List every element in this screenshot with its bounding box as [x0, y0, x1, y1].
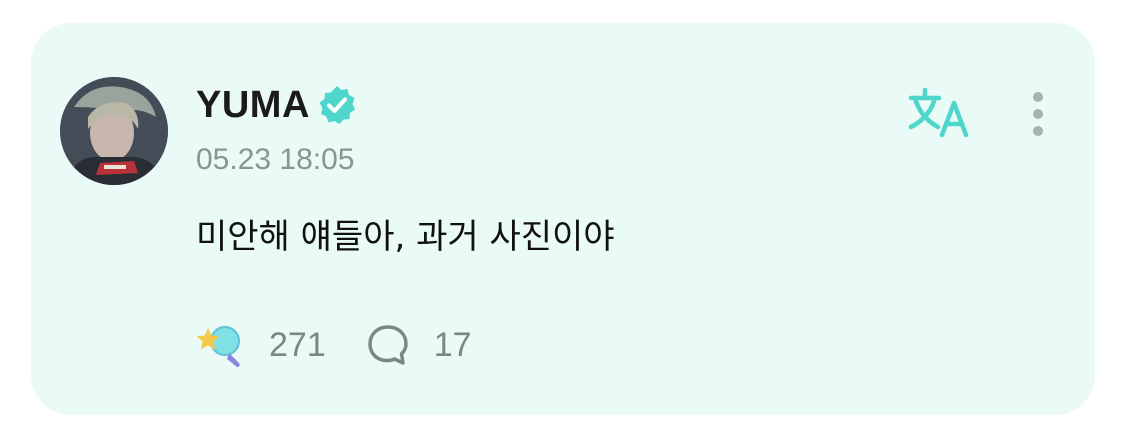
- author-name[interactable]: YUMA: [196, 84, 310, 127]
- verified-badge-icon: [319, 86, 355, 124]
- reaction-button[interactable]: 271: [193, 321, 326, 369]
- post-timestamp: 05.23 18:05: [196, 143, 355, 176]
- translate-icon: [908, 87, 969, 138]
- avatar-photo: [60, 77, 168, 185]
- reaction-count: 271: [269, 325, 326, 364]
- star-lightstick-reaction-icon: [196, 326, 240, 367]
- post-actions: 271 17: [193, 319, 472, 371]
- post-card: YUMA 05.23 18:05 미안해 얘들아, 과거 사진이야 271 17: [31, 23, 1095, 415]
- author-row: YUMA: [196, 81, 358, 129]
- post-text: 미안해 얘들아, 과거 사진이야: [196, 217, 615, 257]
- avatar[interactable]: [60, 77, 168, 185]
- comment-count: 17: [433, 325, 472, 364]
- more-vertical-icon: [1033, 92, 1043, 136]
- translate-button[interactable]: [908, 87, 972, 139]
- comment-bubble-icon: [367, 325, 408, 365]
- comment-button[interactable]: 17: [366, 323, 472, 367]
- more-options-button[interactable]: [1027, 89, 1049, 139]
